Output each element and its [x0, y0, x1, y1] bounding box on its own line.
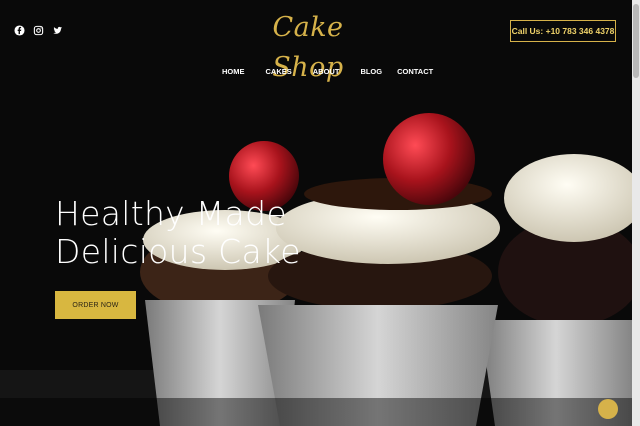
- facebook-icon[interactable]: [14, 25, 25, 36]
- brand-logo[interactable]: Cake Shop: [253, 8, 363, 88]
- order-now-button[interactable]: ORDER NOW: [55, 291, 136, 319]
- nav-item-about[interactable]: ABOUT: [313, 67, 340, 76]
- nav-item-home[interactable]: HOME: [222, 67, 245, 76]
- twitter-icon[interactable]: [52, 25, 63, 36]
- main-nav: HOME CAKES ABOUT BLOG CONTACT: [222, 67, 433, 76]
- floating-action-button[interactable]: [598, 399, 618, 419]
- hero-headline: Healthy Made Delicious Cake: [55, 195, 301, 271]
- hero-headline-line-1: Healthy Made: [55, 194, 287, 233]
- social-links: [14, 25, 63, 36]
- nav-item-blog[interactable]: BLOG: [360, 67, 382, 76]
- hero-headline-line-2: Delicious Cake: [55, 232, 301, 271]
- nav-item-contact[interactable]: CONTACT: [397, 67, 433, 76]
- call-us-button[interactable]: Call Us: +10 783 346 4378: [510, 20, 616, 42]
- scrollbar-thumb[interactable]: [633, 4, 639, 78]
- page: Cake Shop Call Us: +10 783 346 4378 HOME…: [0, 0, 640, 426]
- instagram-icon[interactable]: [33, 25, 44, 36]
- nav-item-cakes[interactable]: CAKES: [266, 67, 292, 76]
- page-scrollbar[interactable]: [632, 0, 640, 426]
